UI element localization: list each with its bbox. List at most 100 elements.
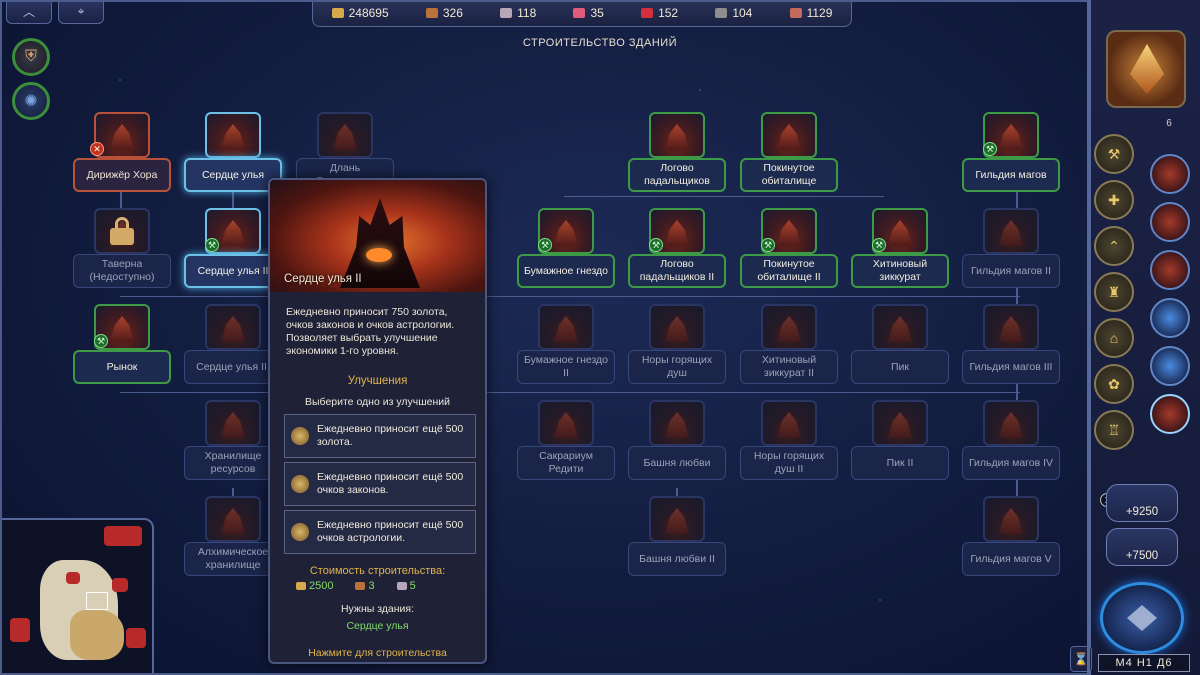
minimap-land <box>70 610 124 660</box>
building-thumbnail <box>205 400 261 446</box>
faction-badge-helmet[interactable]: ⛨ <box>12 38 50 76</box>
tower-button[interactable]: ♖ <box>1094 410 1134 450</box>
hammer-icon: ⚒ <box>983 142 997 156</box>
building-thumbnail <box>649 112 705 158</box>
building-thumbnail <box>538 400 594 446</box>
building-label: Хитиновый зиккурат <box>851 254 949 288</box>
hero-portrait[interactable] <box>1150 250 1190 290</box>
building-label: Гильдия магов IV <box>962 446 1060 480</box>
collapse-button[interactable]: ︿ <box>6 0 52 24</box>
connector <box>120 392 1020 393</box>
faction-badge-wheel[interactable]: ✺ <box>12 82 50 120</box>
minimap-town <box>10 618 30 642</box>
hero-portrait[interactable] <box>1150 394 1190 434</box>
ore-icon <box>500 8 513 18</box>
cost-ore: 5 <box>396 580 416 592</box>
turn-counter: 6 <box>1166 118 1172 129</box>
cost-gold: 2500 <box>296 580 333 592</box>
building-label: Башня любви <box>628 446 726 480</box>
upgrade-option-astrology[interactable]: Ежедневно приносит ещё 500 очков астроло… <box>284 510 476 554</box>
cost-wood: 3 <box>355 580 375 592</box>
unavailable-icon: ✕ <box>90 142 104 156</box>
faction-emblem[interactable] <box>1106 30 1186 108</box>
building-thumbnail <box>649 304 705 350</box>
upgrade-option-text: Ежедневно приносит ещё 500 очков астроло… <box>317 519 464 544</box>
hammer-icon: ⚒ <box>649 238 663 252</box>
resource-wood: 326 <box>425 6 463 20</box>
hammer-icon: ⚒ <box>872 238 886 252</box>
building-label: Сакрариум Редити <box>517 446 615 480</box>
building-thumbnail <box>983 208 1039 254</box>
upgrades-title: Улучшения <box>347 375 408 387</box>
income-box-2[interactable]: +7500 <box>1106 528 1178 566</box>
market-button[interactable]: ⌂ <box>1094 318 1134 358</box>
building-label: Башня любви II <box>628 542 726 576</box>
tooltip-title: Сердце улья II <box>284 273 362 285</box>
end-turn-button[interactable] <box>1100 582 1184 654</box>
scales-icon <box>291 475 309 493</box>
income-box-1[interactable]: +9250 <box>1106 484 1178 522</box>
building-thumbnail <box>205 112 261 158</box>
building-thumbnail <box>983 496 1039 542</box>
building-label: Логово падальщиков II <box>628 254 726 288</box>
building-label: Норы горящих душ II <box>740 446 838 480</box>
build-hammer-button[interactable]: ⚒ <box>1094 134 1134 174</box>
requires-value: Сердце улья <box>346 620 409 632</box>
building-thumbnail <box>205 304 261 350</box>
hourglass-icon[interactable]: ⌛ <box>1070 646 1092 672</box>
building-thumbnail <box>761 112 817 158</box>
upgrade-option-text: Ежедневно приносит ещё 500 очков законов… <box>317 471 464 496</box>
building-label: Пик <box>851 350 949 384</box>
wood-icon <box>355 582 366 591</box>
building-label: Покинутое обиталище <box>740 158 838 192</box>
hammer-icon: ⚒ <box>94 334 108 348</box>
connector <box>120 296 1020 297</box>
building-thumbnail <box>538 304 594 350</box>
building-label: Хитиновый зиккурат II <box>740 350 838 384</box>
lock-icon <box>110 217 134 245</box>
connector <box>564 196 884 197</box>
building-thumbnail <box>649 496 705 542</box>
tavern-button[interactable]: ♜ <box>1094 272 1134 312</box>
resource-ore: 118 <box>500 6 536 20</box>
resources-button[interactable]: ✿ <box>1094 364 1134 404</box>
resource-bar: 248695 326 118 35 152 104 1129 <box>312 0 852 27</box>
building-thumbnail <box>983 400 1039 446</box>
building-label: Логово падальщиков <box>628 158 726 192</box>
upgrades-subtitle: Выберите одно из улучшений <box>305 396 450 408</box>
building-thumbnail <box>761 304 817 350</box>
hero-portrait[interactable] <box>1150 298 1190 338</box>
gold-icon <box>331 8 344 18</box>
hire-hero-button[interactable]: ✚ <box>1094 180 1134 220</box>
minimap-town <box>112 578 128 592</box>
building-thumbnail <box>983 304 1039 350</box>
building-label: Бумажное гнездо <box>517 254 615 288</box>
building-label: Покинутое обиталище II <box>740 254 838 288</box>
crystal-icon <box>573 8 586 18</box>
requires-title: Нужны здания: <box>340 603 415 615</box>
minimap[interactable] <box>0 518 154 675</box>
building-label: Гильдия магов III <box>962 350 1060 384</box>
rank-button[interactable]: ⌃ <box>1094 226 1134 266</box>
minimap-viewport[interactable] <box>86 592 108 610</box>
minimap-town <box>104 526 142 546</box>
upgrade-option-gold[interactable]: Ежедневно приносит ещё 500 золота. <box>284 414 476 458</box>
upgrade-option-laws[interactable]: Ежедневно приносит ещё 500 очков законов… <box>284 462 476 506</box>
resource-mercury: 104 <box>715 6 752 20</box>
build-hint[interactable]: Нажмите для строительства <box>270 647 485 659</box>
building-thumbnail <box>649 400 705 446</box>
resource-gems: 152 <box>641 6 678 20</box>
building-label: Дирижёр Хора <box>73 158 171 192</box>
hero-portrait[interactable] <box>1150 154 1190 194</box>
location-button[interactable]: ⌖ <box>58 0 104 24</box>
wood-icon <box>425 8 438 18</box>
hero-portrait[interactable] <box>1150 202 1190 242</box>
astrology-icon <box>291 523 309 541</box>
hero-portrait[interactable] <box>1150 346 1190 386</box>
building-thumbnail <box>761 400 817 446</box>
building-label: Бумажное гнездо II <box>517 350 615 384</box>
resource-crystals: 35 <box>573 6 604 20</box>
gold-icon <box>291 427 309 445</box>
hammer-icon: ⚒ <box>538 238 552 252</box>
resource-gold: 248695 <box>331 6 389 20</box>
